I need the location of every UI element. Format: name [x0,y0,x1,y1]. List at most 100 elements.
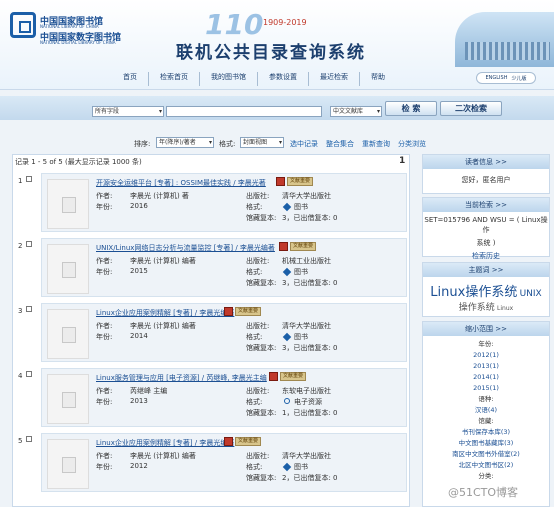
author-label: 作者: [96,452,113,460]
subject-title[interactable]: 主题词 >> [423,263,549,277]
facet-heading: 馆藏: [478,417,494,425]
year-value: 2013 [130,397,148,405]
facet-item[interactable]: 2013(1) [423,361,549,372]
language-switch: ENGLISH 少儿版 [476,72,536,84]
facet-item[interactable]: 中文图书基藏库(3) [423,438,549,449]
nav-home[interactable]: 首页 [112,72,149,86]
database-select[interactable]: 中文文献库 [330,106,382,117]
merge-sets-link[interactable]: 整合集合 [326,139,354,149]
library-logo-icon [10,12,36,38]
page-number: 1 [399,156,406,166]
format-label: 格式: [246,203,263,211]
record-index: 3 [18,307,23,315]
sort-select[interactable]: 年(降序)/著者 [156,137,214,148]
search-button[interactable]: 检 索 [385,101,437,116]
facet-item[interactable]: 南区中文图书外借室(2) [423,449,549,460]
year-value: 2015 [130,267,148,275]
library-building-image [455,12,554,67]
search-input[interactable] [166,106,322,117]
publisher-value: 东软电子出版社 [282,387,331,395]
author-value: 芮继峰 主编 [130,387,168,395]
record-index: 4 [18,372,23,380]
topic-tag[interactable]: Linux [497,305,513,312]
record-index: 2 [18,242,23,250]
holdings-label: 馆藏复本: [246,474,277,482]
result-record: 4 Linux服务管理与应用 [电子资源] / 芮继峰, 李晨光主编 文献重要 … [18,368,407,427]
record-title[interactable]: UNIX/Linux网络日志分析与流量监控 [专著] / 李晨光编著 [96,243,275,253]
format-label: 格式: [246,268,263,276]
sort-bar: 排序: 年(降序)/著者 格式: 封面视图 选中记录 整合集合 重新查询 分类浏… [0,136,554,150]
record-checkbox[interactable] [26,176,32,182]
lib1-en: NATIONAL LIBRARY OF CHINA [40,24,99,29]
format-label: 格式: [246,398,263,406]
selected-records-link[interactable]: 选中记录 [290,139,318,149]
cover-thumbnail [47,374,89,424]
topic-tag[interactable]: UNIX [520,289,542,299]
topic-tag[interactable]: Linux操作系统 [430,285,517,300]
results-panel: 记录 1 - 5 of 5 (最大显示记录 1000 条) 1 1 开源安全运维… [12,154,410,507]
publisher-label: 出版社: [246,322,270,330]
record-index: 5 [18,437,23,445]
nav-recent-searches[interactable]: 最近检索 [309,72,360,86]
publisher-label: 出版社: [246,452,270,460]
holdings-value: 2，已出借复本: 0 [282,474,338,482]
author-label: 作者: [96,257,113,265]
nav-help[interactable]: 帮助 [360,72,396,86]
result-record: 1 开源安全运维平台 [专著] : OSSIM最佳实践 / 李晨光著 文献重要 … [18,173,407,232]
record-checkbox[interactable] [26,241,32,247]
facet-item[interactable]: 汉语(4) [423,405,549,416]
record-title[interactable]: Linux企业应用案例精解 [专著] / 李晨光编著 [96,308,234,318]
record-title[interactable]: Linux企业应用案例精解 [专著] / 李晨光编著 [96,438,234,448]
cover-thumbnail [47,179,89,229]
publisher-value: 清华大学出版社 [282,322,331,330]
book-icon [282,462,292,472]
record-title[interactable]: 开源安全运维平台 [专著] : OSSIM最佳实践 / 李晨光著 [96,178,266,188]
facet-item[interactable]: 书刊保存本库(3) [423,427,549,438]
book-icon [282,267,292,277]
year-label: 年份: [96,203,113,211]
format-select[interactable]: 封面视图 [240,137,284,148]
facet-item[interactable]: 2012(1) [423,350,549,361]
reader-info-title[interactable]: 读者信息 >> [423,155,549,169]
holdings-value: 3，已出借复本: 0 [282,344,338,352]
important-badge: 文献重要 [235,307,262,316]
book-tag-icon [269,372,278,381]
watermark: @51CTO博客 [448,486,519,499]
format-label: 格式: [246,333,263,341]
lang-children[interactable]: 少儿版 [511,75,526,82]
holdings-value: 1，已出借复本: 0 [282,409,338,417]
record-checkbox[interactable] [26,436,32,442]
book-tag-icon [276,177,285,186]
second-search-button[interactable]: 二次检索 [440,101,502,116]
book-icon [282,332,292,342]
facet-item[interactable]: 2015(1) [423,383,549,394]
author-label: 作者: [96,322,113,330]
search-history-link[interactable]: 检索历史 [423,251,549,261]
record-checkbox[interactable] [26,371,32,377]
lang-english[interactable]: ENGLISH [486,75,508,81]
anniversary-years: 1909-2019 [263,18,307,27]
nav-search-home[interactable]: 检索首页 [149,72,200,86]
search-field-select[interactable]: 所有字段 [92,106,164,117]
results-count: 记录 1 - 5 of 5 (最大显示记录 1000 条) [15,158,142,166]
important-badge: 文献重要 [280,372,307,381]
narrow-results-title[interactable]: 缩小范围 >> [423,322,549,336]
author-label: 作者: [96,387,113,395]
record-checkbox[interactable] [26,306,32,312]
anniversary-banner: 110 1909-2019 [205,8,345,41]
sort-label: 排序: [134,140,151,148]
format-value: 图书 [294,333,308,341]
year-label: 年份: [96,463,113,471]
new-query-link[interactable]: 重新查询 [362,139,390,149]
current-search-title[interactable]: 当前检索 >> [423,198,549,212]
facet-item[interactable]: 北区中文图书区(2) [423,460,549,471]
format-label: 格式: [219,140,236,148]
class-browse-link[interactable]: 分类浏览 [398,139,426,149]
nav-settings[interactable]: 参数设置 [258,72,309,86]
record-title[interactable]: Linux服务管理与应用 [电子资源] / 芮继峰, 李晨光主编 [96,373,267,383]
narrow-results-box: 缩小范围 >> 年份: 2012(1) 2013(1) 2014(1) 2015… [422,321,550,507]
facet-item[interactable]: 2014(1) [423,372,549,383]
topic-tag[interactable]: 操作系统 [459,303,495,313]
nav-my-library[interactable]: 我的图书馆 [200,72,258,86]
holdings-label: 馆藏复本: [246,214,277,222]
